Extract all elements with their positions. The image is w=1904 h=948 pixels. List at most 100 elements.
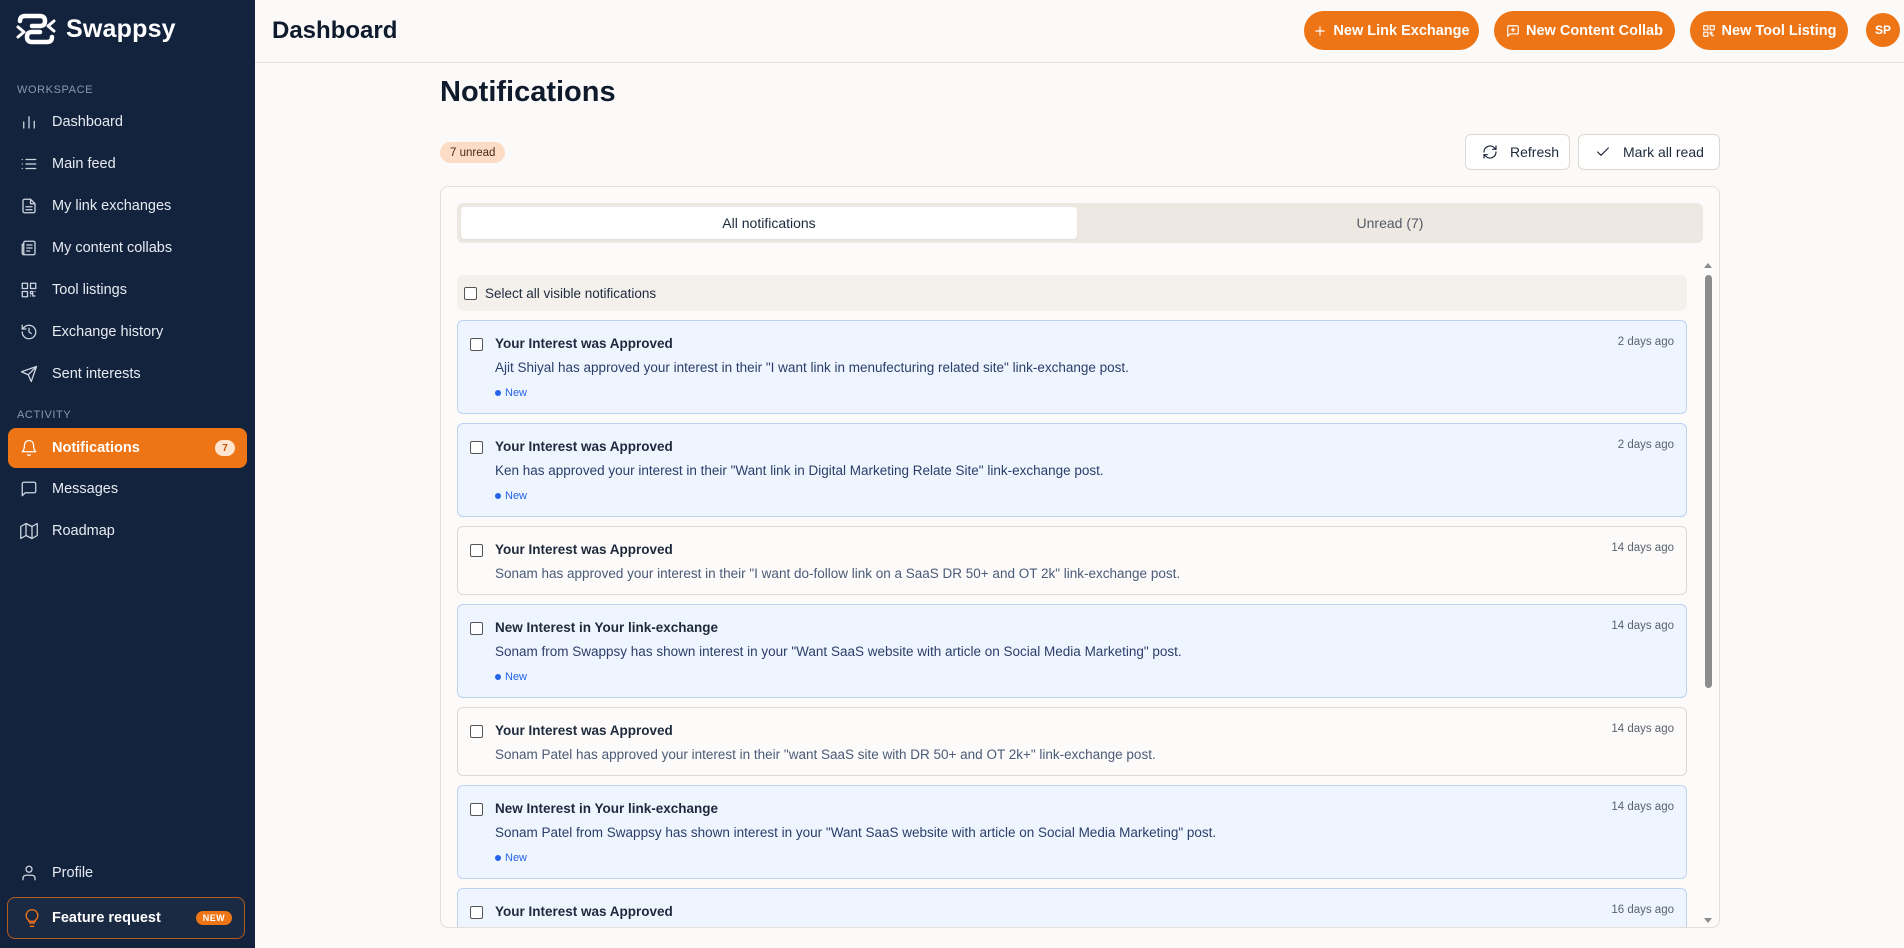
page-title: Notifications — [440, 76, 616, 108]
list-icon — [21, 158, 37, 170]
new-link-exchange-label: New Link Exchange — [1333, 22, 1470, 39]
new-badge: NEW — [195, 911, 232, 925]
sidebar-item-label: My link exchanges — [52, 198, 172, 214]
new-label: New — [505, 490, 528, 502]
header-title: Dashboard — [272, 17, 398, 44]
sidebar-item-profile[interactable]: Profile — [8, 852, 247, 894]
sidebar-item-label: Exchange history — [52, 324, 164, 340]
new-label: New — [505, 671, 528, 683]
message-plus-icon — [1507, 24, 1519, 37]
notification-checkbox[interactable] — [470, 725, 483, 738]
select-all-row[interactable]: Select all visible notifications — [457, 275, 1687, 311]
notification-item[interactable]: Your Interest was Approved 14 days ago S… — [457, 526, 1687, 595]
refresh-button[interactable]: Refresh — [1465, 134, 1570, 170]
tab-all-notifications[interactable]: All notifications — [461, 207, 1077, 239]
sidebar-item-messages[interactable]: Messages — [8, 468, 247, 510]
scroll-down-icon[interactable] — [1704, 918, 1712, 923]
list-scrollbar[interactable] — [1703, 263, 1713, 923]
new-dot-icon — [495, 855, 501, 861]
sidebar-item-label: Messages — [52, 481, 119, 497]
notification-title: Your Interest was Approved — [495, 542, 673, 557]
send-icon — [20, 365, 38, 383]
new-dot-icon — [495, 674, 501, 680]
qr-grid-icon — [21, 282, 37, 298]
new-link-exchange-button[interactable]: New Link Exchange — [1304, 11, 1479, 50]
new-content-collab-button[interactable]: New Content Collab — [1494, 11, 1675, 50]
sidebar-item-roadmap[interactable]: Roadmap — [8, 510, 247, 552]
notification-title: Your Interest was Approved — [495, 439, 673, 454]
notification-checkbox[interactable] — [470, 338, 483, 351]
mark-all-read-label: Mark all read — [1623, 144, 1704, 160]
notification-count-badge: 7 — [215, 440, 235, 456]
notification-checkbox[interactable] — [470, 622, 483, 635]
sidebar-item-label: Main feed — [52, 156, 116, 172]
sidebar-item-label: My content collabs — [52, 240, 173, 256]
notification-time: 14 days ago — [1611, 723, 1674, 735]
notification-body: Sonam Patel from Swappsy has shown inter… — [495, 825, 1217, 840]
unread-count-badge: 7 unread — [440, 142, 506, 163]
sidebar-item-label: Tool listings — [52, 282, 127, 298]
notification-item[interactable]: Your Interest was Approved 2 days ago Aj… — [457, 320, 1687, 414]
notification-item[interactable]: Your Interest was Approved 14 days ago S… — [457, 707, 1687, 776]
bell-icon — [21, 439, 37, 457]
notification-body: Sonam has approved your interest in thei… — [495, 566, 1181, 581]
notification-item[interactable]: New Interest in Your link-exchange 14 da… — [457, 785, 1687, 879]
feature-request-label: Feature request — [52, 910, 161, 926]
bar-chart-icon — [23, 116, 35, 129]
feature-request-button[interactable]: Feature request NEW — [7, 897, 245, 939]
new-indicator: New — [495, 490, 527, 502]
sidebar-item-label: Dashboard — [52, 114, 123, 130]
sidebar-item-label: Profile — [52, 865, 94, 881]
sidebar-item-notifications[interactable]: Notifications 7 — [8, 428, 247, 468]
notification-title: Your Interest was Approved — [495, 723, 673, 738]
new-tool-listing-button[interactable]: New Tool Listing — [1690, 11, 1848, 50]
sidebar-item-my-link-exchanges[interactable]: My link exchanges — [8, 185, 247, 227]
notification-time: 14 days ago — [1611, 620, 1674, 632]
notification-body: Sonam Patel has approved your interest i… — [495, 747, 1156, 762]
sidebar-item-exchange-history[interactable]: Exchange history — [8, 311, 247, 353]
notifications-panel: All notifications Unread (7) Select all … — [440, 186, 1720, 928]
mark-all-read-button[interactable]: Mark all read — [1578, 134, 1720, 170]
new-dot-icon — [495, 493, 501, 499]
notification-checkbox[interactable] — [470, 441, 483, 454]
notification-time: 14 days ago — [1611, 542, 1674, 554]
scroll-up-icon[interactable] — [1704, 263, 1712, 268]
brand[interactable]: Swappsy — [0, 0, 255, 58]
activity-section-label: ACTIVITY — [17, 409, 72, 421]
notification-title: New Interest in Your link-exchange — [495, 620, 719, 635]
map-icon — [20, 522, 38, 540]
sidebar-item-label: Notifications — [52, 440, 140, 456]
history-icon — [21, 324, 37, 340]
new-dot-icon — [495, 390, 501, 396]
notification-item[interactable]: New Interest in Your link-exchange 14 da… — [457, 604, 1687, 698]
check-icon — [1597, 147, 1609, 156]
sidebar-item-dashboard[interactable]: Dashboard — [8, 101, 247, 143]
tab-unread[interactable]: Unread (7) — [1081, 207, 1699, 239]
notification-body: Ken has approved your interest in their … — [495, 463, 1104, 478]
notification-item[interactable]: Your Interest was Approved 2 days ago Ke… — [457, 423, 1687, 517]
select-all-label: Select all visible notifications — [485, 285, 657, 301]
message-icon — [21, 481, 37, 497]
select-all-checkbox[interactable] — [464, 286, 477, 300]
sidebar-item-label: Sent interests — [52, 366, 141, 382]
notification-tabs: All notifications Unread (7) — [457, 203, 1703, 243]
notification-checkbox[interactable] — [470, 544, 483, 557]
sidebar-item-my-content-collabs[interactable]: My content collabs — [8, 227, 247, 269]
lightbulb-icon — [25, 908, 39, 928]
notification-checkbox[interactable] — [470, 803, 483, 816]
notification-list[interactable]: Select all visible notifications Your In… — [457, 275, 1687, 927]
user-avatar[interactable]: SP — [1866, 13, 1900, 47]
notification-body: Ajit Shiyal has approved your interest i… — [495, 360, 1129, 375]
notification-time: 16 days ago — [1611, 904, 1674, 916]
sidebar-item-main-feed[interactable]: Main feed — [8, 143, 247, 185]
notification-title: Your Interest was Approved — [495, 336, 673, 351]
sidebar-item-sent-interests[interactable]: Sent interests — [8, 353, 247, 395]
refresh-label: Refresh — [1510, 144, 1560, 160]
plus-icon — [1315, 25, 1326, 36]
notification-time: 14 days ago — [1611, 801, 1674, 813]
sidebar-item-tool-listings[interactable]: Tool listings — [8, 269, 247, 311]
notification-checkbox[interactable] — [470, 906, 483, 919]
notification-item[interactable]: Your Interest was Approved 16 days ago — [457, 888, 1687, 927]
scroll-thumb[interactable] — [1705, 275, 1712, 688]
new-tool-listing-label: New Tool Listing — [1721, 22, 1837, 39]
